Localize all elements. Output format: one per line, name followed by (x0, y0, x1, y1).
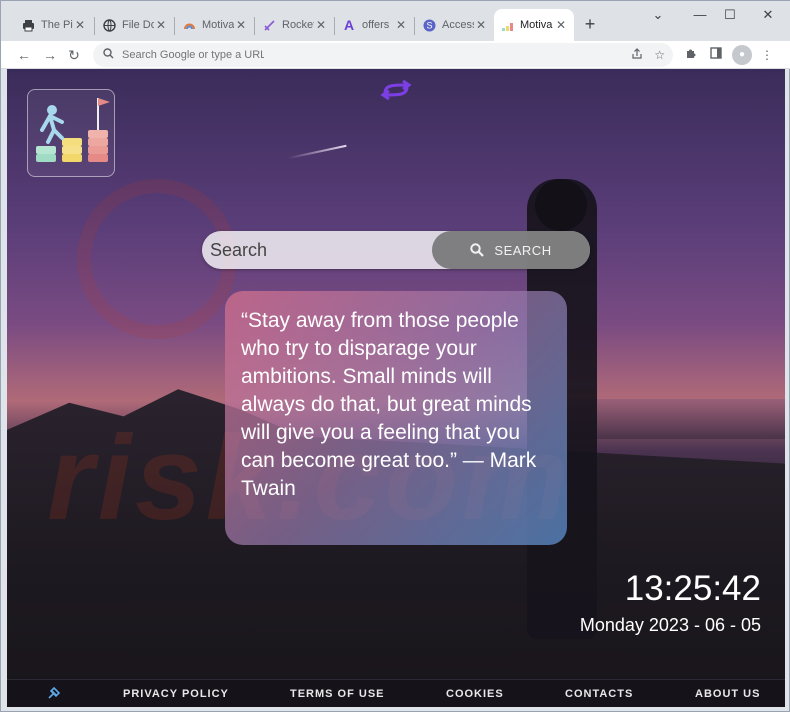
search-icon (103, 48, 114, 62)
tab-2[interactable]: File Do ✕ (96, 9, 174, 41)
tab-3[interactable]: Motiva ✕ (176, 9, 254, 41)
settings-link-icon[interactable] (47, 686, 61, 700)
tab-title: The Pi (41, 19, 73, 31)
close-icon[interactable]: ✕ (394, 18, 408, 32)
browser-toolbar: ← → ↻ ☆ ● ⋮ (1, 41, 790, 69)
search-input[interactable] (210, 237, 430, 263)
quote-card: “Stay away from those people who try to … (225, 291, 567, 545)
address-input[interactable] (122, 49, 264, 61)
terms-of-use-link[interactable]: TERMS OF USE (290, 688, 385, 700)
quote-text: “Stay away from those people who try to … (241, 309, 537, 500)
shooting-star (287, 144, 347, 160)
extensions-icon[interactable] (681, 45, 701, 65)
page-content: risk.com (7, 69, 785, 707)
site-logo[interactable] (27, 89, 115, 177)
clock-date: Monday 2023 - 06 - 05 (579, 615, 761, 635)
close-icon[interactable]: ✕ (474, 18, 488, 32)
footer-bar: PRIVACY POLICY TERMS OF USE COOKIES CONT… (7, 679, 785, 707)
svg-text:S: S (426, 20, 432, 30)
close-icon[interactable]: ✕ (234, 18, 248, 32)
browser-window: The Pi ✕ File Do ✕ Motiva ✕ Rocket ✕ A o… (0, 0, 790, 712)
s-logo-icon: S (422, 18, 436, 32)
menu-icon[interactable]: ⋮ (757, 45, 777, 65)
contacts-link[interactable]: CONTACTS (565, 688, 633, 700)
maximize-button[interactable]: ☐ (715, 7, 745, 23)
tab-strip: The Pi ✕ File Do ✕ Motiva ✕ Rocket ✕ A o… (1, 1, 790, 41)
window-close-button[interactable]: ✕ (753, 7, 783, 23)
tab-search-icon[interactable]: ⌄ (643, 7, 673, 23)
refresh-cycle-icon[interactable] (379, 79, 413, 101)
close-icon[interactable]: ✕ (314, 18, 328, 32)
reload-icon[interactable]: ↻ (63, 44, 85, 66)
address-bar[interactable]: ☆ (93, 43, 673, 67)
tab-6[interactable]: S Access ✕ (416, 9, 494, 41)
search-icon (470, 243, 485, 257)
profile-avatar-icon[interactable]: ● (732, 45, 752, 65)
tab-title: Motiva (520, 19, 553, 31)
close-icon[interactable]: ✕ (154, 18, 168, 32)
print-icon (21, 18, 35, 32)
privacy-policy-link[interactable]: PRIVACY POLICY (123, 688, 229, 700)
tab-4[interactable]: Rocket ✕ (256, 9, 334, 41)
cookies-link[interactable]: COOKIES (446, 688, 504, 700)
close-icon[interactable]: ✕ (554, 18, 568, 32)
new-tab-button[interactable]: + (579, 13, 601, 35)
tab-active[interactable]: Motiva ✕ (494, 9, 574, 41)
background-silhouette-head (535, 179, 587, 231)
search-bar: SEARCH (202, 231, 590, 269)
tab-1[interactable]: The Pi ✕ (15, 9, 93, 41)
rocket-icon (262, 18, 276, 32)
tab-title: Access (442, 19, 474, 31)
about-us-link[interactable]: ABOUT US (695, 688, 760, 700)
tab-5[interactable]: A offers ✕ (336, 9, 414, 41)
search-button-label: SEARCH (494, 242, 552, 258)
close-icon[interactable]: ✕ (73, 18, 87, 32)
tab-title: offers (362, 19, 390, 31)
clock-time: 13:25:42 (624, 569, 761, 608)
tab-title: Motiva (202, 19, 234, 31)
side-panel-icon[interactable] (706, 45, 726, 65)
back-icon[interactable]: ← (13, 44, 35, 66)
tab-title: Rocket (282, 19, 314, 31)
tab-title: File Do (122, 19, 154, 31)
rainbow-icon (182, 18, 196, 32)
search-button[interactable]: SEARCH (432, 231, 590, 269)
share-icon[interactable] (631, 47, 643, 63)
a-logo-icon: A (343, 17, 355, 33)
forward-icon[interactable]: → (39, 44, 61, 66)
stairs-logo-icon (36, 98, 110, 162)
minimize-button[interactable]: — (685, 7, 715, 22)
globe-icon (102, 18, 116, 32)
bookmark-star-icon[interactable]: ☆ (654, 48, 665, 62)
motivation-icon (500, 18, 514, 32)
